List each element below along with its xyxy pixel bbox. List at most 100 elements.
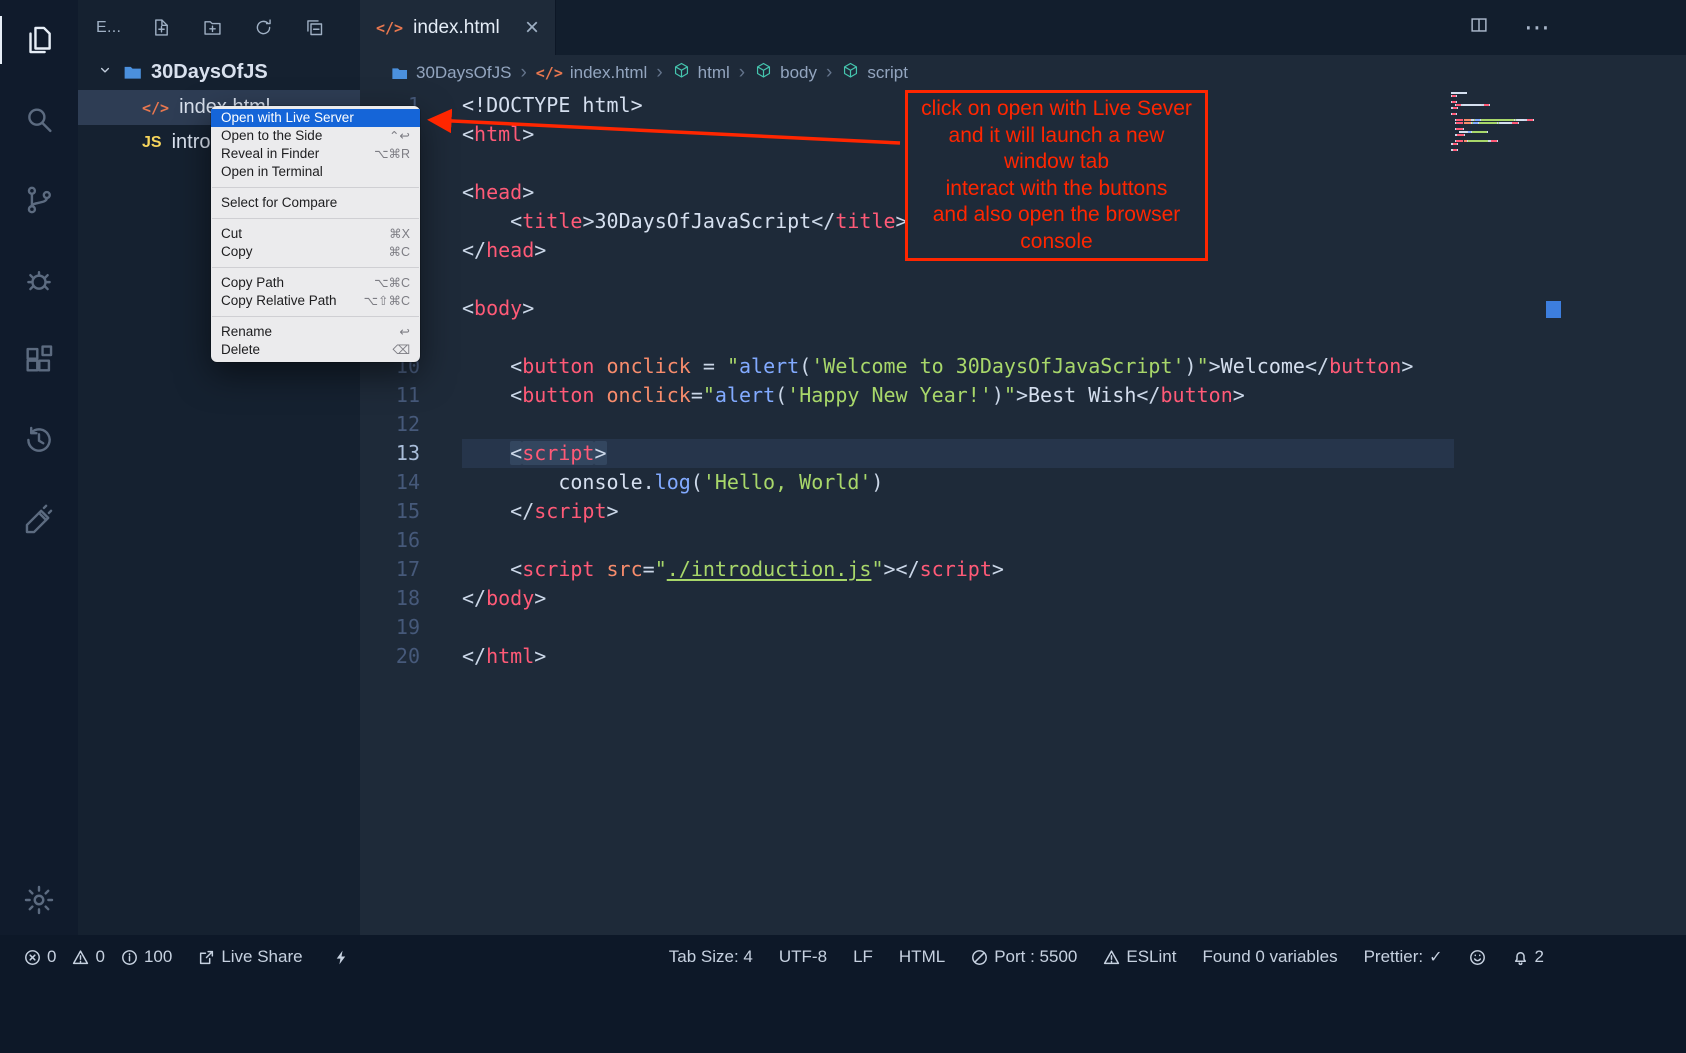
breadcrumb-item-file[interactable]: </> index.html [536,63,648,83]
split-editor-icon[interactable] [1468,14,1490,41]
menu-separator [212,187,419,188]
code-line[interactable] [462,410,1454,439]
annotation-box: click on open with Live Sever and it wil… [905,90,1208,261]
symbol-cube-icon [672,61,691,85]
breadcrumb-item-html[interactable]: html [672,61,730,85]
menu-item-open-with-live-server[interactable]: Open with Live Server [211,109,420,127]
activity-settings[interactable] [0,865,78,935]
more-actions-icon[interactable]: ⋯ [1524,12,1552,43]
line-number: 14 [360,468,420,497]
line-number: 15 [360,497,420,526]
menu-item-copy-relative-path[interactable]: Copy Relative Path⌥⇧⌘C [211,292,420,310]
code-line[interactable] [462,613,1454,642]
html-file-icon: </> [376,19,403,37]
gear-icon [22,883,56,917]
status-variables[interactable]: Found 0 variables [1202,947,1337,967]
status-eol[interactable]: LF [853,947,873,967]
close-tab-icon[interactable]: × [525,16,539,40]
breadcrumb-separator: › [739,62,745,84]
smiley-icon [1469,949,1486,966]
menu-item-open-in-terminal[interactable]: Open in Terminal [211,163,420,181]
line-number: 18 [360,584,420,613]
collapse-all-icon [304,17,325,38]
status-encoding[interactable]: UTF-8 [779,947,827,967]
activity-explorer[interactable] [0,0,78,80]
activity-search[interactable] [0,80,78,160]
status-warnings[interactable]: 0 [72,947,104,967]
menu-item-cut[interactable]: Cut⌘X [211,225,420,243]
menu-item-copy[interactable]: Copy⌘C [211,243,420,261]
activity-history[interactable] [0,400,78,480]
code-line[interactable]: <button onclick="alert('Happy New Year!'… [462,381,1454,410]
status-language-mode[interactable]: HTML [899,947,945,967]
activity-extensions[interactable] [0,320,78,400]
status-bar: 0 0 100 Live Share Tab Size: 4 UTF-8 LF … [0,935,1686,1053]
extensions-icon [22,343,56,377]
status-tab-size[interactable]: Tab Size: 4 [669,947,753,967]
new-folder-button[interactable] [202,17,223,38]
code-line[interactable] [462,323,1454,352]
status-errors[interactable]: 0 [24,947,56,967]
collapse-all-button[interactable] [304,17,325,38]
tab-index-html[interactable]: </> index.html × [360,0,556,55]
menu-item-copy-path[interactable]: Copy Path⌥⌘C [211,274,420,292]
new-folder-icon [202,17,223,38]
status-info[interactable]: 100 [121,947,172,967]
status-live-server-port[interactable]: Port : 5500 [971,947,1077,967]
status-prettier[interactable]: Prettier: ✓ [1364,947,1443,967]
status-live-share[interactable]: Live Share [198,947,302,967]
code-line[interactable]: <body> [462,294,1454,323]
breadcrumb-separator: › [520,62,526,84]
breadcrumb-separator: › [656,62,662,84]
source-control-icon [22,183,56,217]
menu-item-delete[interactable]: Delete⌫ [211,341,420,359]
breadcrumb-item-script[interactable]: script [841,61,908,85]
minimap[interactable] [1451,92,1556,152]
status-feedback-smiley[interactable] [1469,949,1486,966]
code-line[interactable]: </html> [462,642,1454,671]
refresh-icon [253,17,274,38]
breadcrumb-item-folder[interactable]: 30DaysOfJS [390,63,511,83]
line-number: 13 [360,439,420,468]
code-line[interactable]: <script src="./introduction.js"></script… [462,555,1454,584]
symbol-cube-icon [754,61,773,85]
code-line[interactable]: <button onclick = "alert('Welcome to 30D… [462,352,1454,381]
folder-icon [122,62,143,83]
menu-separator [212,218,419,219]
activity-run-debug[interactable] [0,240,78,320]
bug-icon [22,263,56,297]
warning-triangle-icon [1103,949,1120,966]
menu-item-select-for-compare[interactable]: Select for Compare [211,194,420,212]
menu-item-reveal-in-finder[interactable]: Reveal in Finder⌥⌘R [211,145,420,163]
code-line[interactable]: </body> [462,584,1454,613]
status-notifications[interactable]: 2 [1512,947,1544,967]
pen-icon [22,503,56,537]
menu-item-open-to-the-side[interactable]: Open to the Side⌃↩ [211,127,420,145]
status-lightning[interactable] [333,949,350,966]
vscode-window: E... 30DaysOfJS [0,0,1686,1053]
tree-item-30daysofjs[interactable]: 30DaysOfJS [78,55,360,90]
line-number: 20 [360,642,420,671]
new-file-button[interactable] [151,17,172,38]
refresh-button[interactable] [253,17,274,38]
menu-item-rename[interactable]: Rename↩ [211,323,420,341]
info-circle-icon [121,949,138,966]
line-number: 17 [360,555,420,584]
status-eslint[interactable]: ESLint [1103,947,1176,967]
error-circle-icon [24,949,41,966]
code-line[interactable] [462,526,1454,555]
code-line[interactable] [462,265,1454,294]
chevron-down-icon [96,61,114,85]
context-menu: Open with Live Server Open to the Side⌃↩… [211,106,420,362]
activity-feedback[interactable] [0,480,78,560]
code-line[interactable]: <script> [462,439,1454,468]
new-file-icon [151,17,172,38]
sidebar-header: E... [78,0,360,55]
breadcrumb-item-body[interactable]: body [754,61,817,85]
folder-icon [390,64,409,83]
bell-icon [1512,949,1529,966]
code-line[interactable]: </script> [462,497,1454,526]
editor-actions: ⋯ [1468,0,1552,55]
activity-source-control[interactable] [0,160,78,240]
code-line[interactable]: console.log('Hello, World') [462,468,1454,497]
